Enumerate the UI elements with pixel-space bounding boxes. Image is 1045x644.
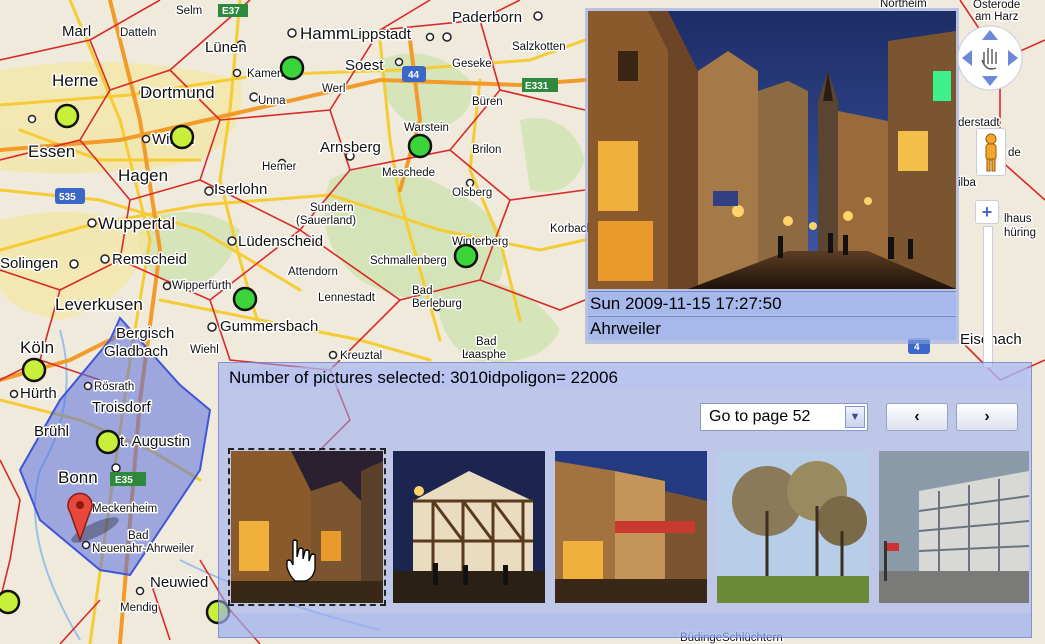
svg-text:Marl: Marl: [62, 23, 91, 40]
svg-text:Gladbach: Gladbach: [104, 343, 168, 360]
svg-text:Sundern: Sundern: [310, 202, 353, 214]
svg-text:Bad: Bad: [476, 336, 496, 348]
photo-viewer: Sun 2009-11-15 17:27:50 Ahrweiler: [585, 8, 959, 344]
svg-text:Bad: Bad: [412, 285, 432, 297]
svg-text:Werl: Werl: [322, 83, 345, 95]
thumbnail-5[interactable]: [879, 451, 1029, 603]
svg-text:Hamm: Hamm: [300, 24, 350, 43]
panel-title-bar: Number of pictures selected: 3010idpolig…: [227, 367, 1027, 389]
svg-text:Leverkusen: Leverkusen: [55, 295, 143, 314]
svg-text:Neuenahr-Ahrweiler: Neuenahr-Ahrweiler: [92, 543, 194, 555]
thumbnail-2[interactable]: [393, 451, 545, 603]
selection-panel: Number of pictures selected: 3010idpolig…: [218, 362, 1032, 638]
svg-text:Brühl: Brühl: [34, 423, 69, 440]
svg-text:Attendorn: Attendorn: [288, 266, 338, 278]
thumbnail-4[interactable]: [717, 451, 869, 603]
page-select[interactable]: Go to page 52 ▼: [700, 403, 868, 431]
svg-text:Schmallenberg: Schmallenberg: [370, 255, 447, 267]
map-label: Selm: [176, 5, 202, 17]
svg-text:Hemer: Hemer: [262, 161, 297, 173]
svg-text:Lünen: Lünen: [205, 39, 247, 56]
pegman-icon[interactable]: [976, 128, 1006, 176]
svg-text:Büren: Büren: [472, 96, 503, 108]
svg-text:Köln: Köln: [20, 338, 54, 357]
svg-text:Laasphe: Laasphe: [462, 349, 506, 361]
svg-text:Lüdenscheid: Lüdenscheid: [238, 233, 323, 250]
svg-text:(Sauerland): (Sauerland): [296, 215, 356, 227]
svg-text:Dortmund: Dortmund: [140, 83, 215, 102]
svg-text:Bergisch: Bergisch: [116, 325, 174, 342]
svg-text:Wipperfürth: Wipperfürth: [172, 280, 231, 292]
chevron-down-icon[interactable]: ▼: [845, 406, 865, 428]
svg-text:Kreuztal: Kreuztal: [340, 350, 382, 362]
photo-preview[interactable]: [588, 11, 956, 289]
next-page-button[interactable]: ›: [956, 403, 1018, 431]
svg-text:44: 44: [408, 70, 420, 81]
svg-text:Bad: Bad: [128, 530, 148, 542]
svg-text:Gummersbach: Gummersbach: [220, 318, 318, 335]
pan-control[interactable]: [957, 20, 1026, 100]
page-select-value: Go to page 52: [709, 408, 811, 425]
panel-footer: [219, 613, 1031, 637]
svg-text:Essen: Essen: [28, 142, 75, 161]
svg-text:Warstein: Warstein: [404, 122, 449, 134]
svg-text:535: 535: [59, 192, 76, 203]
svg-text:Unna: Unna: [258, 95, 286, 107]
svg-text:Herne: Herne: [52, 71, 98, 90]
svg-text:Hagen: Hagen: [118, 166, 168, 185]
svg-text:E331: E331: [525, 81, 549, 92]
svg-text:Neuwied: Neuwied: [150, 574, 208, 591]
svg-text:Meckenheim: Meckenheim: [92, 503, 157, 515]
svg-text:Geseke: Geseke: [452, 58, 492, 70]
prev-page-button[interactable]: ‹: [886, 403, 948, 431]
svg-text:Paderborn: Paderborn: [452, 9, 522, 26]
svg-text:Mendig: Mendig: [120, 602, 158, 614]
svg-text:Datteln: Datteln: [120, 27, 156, 39]
svg-text:E37: E37: [222, 6, 240, 17]
svg-text:Meschede: Meschede: [382, 167, 435, 179]
svg-text:Berleburg: Berleburg: [412, 298, 462, 310]
svg-text:de: de: [1008, 147, 1021, 159]
svg-text:Rösrath: Rösrath: [94, 381, 134, 393]
svg-text:ilba: ilba: [958, 177, 977, 189]
svg-text:Lippstadt: Lippstadt: [350, 26, 412, 43]
svg-text:Wiehl: Wiehl: [190, 344, 219, 356]
zoom-slider[interactable]: +: [975, 200, 1001, 368]
thumbnail-1[interactable]: [228, 448, 386, 606]
thumbnail-3[interactable]: [555, 451, 707, 603]
photo-timestamp: Sun 2009-11-15 17:27:50: [588, 291, 956, 315]
svg-text:Hürth: Hürth: [20, 385, 57, 402]
svg-text:St. Augustin: St. Augustin: [110, 433, 190, 450]
svg-text:Bonn: Bonn: [58, 468, 98, 487]
svg-text:Olsberg: Olsberg: [452, 187, 492, 199]
svg-text:Troisdorf: Troisdorf: [92, 399, 151, 416]
svg-text:lhaus: lhaus: [1004, 213, 1032, 225]
svg-text:Kamen: Kamen: [247, 68, 283, 80]
svg-text:Arnsberg: Arnsberg: [320, 139, 381, 156]
svg-text:E35: E35: [115, 475, 133, 486]
svg-text:Salzkotten: Salzkotten: [512, 41, 566, 53]
svg-text:Lennestadt: Lennestadt: [318, 292, 376, 304]
svg-text:hüring: hüring: [1004, 227, 1036, 239]
zoom-in-button[interactable]: +: [975, 200, 999, 224]
svg-text:Wuppertal: Wuppertal: [98, 214, 175, 233]
photo-location: Ahrweiler: [588, 316, 956, 340]
svg-text:Iserlohn: Iserlohn: [214, 181, 267, 198]
svg-text:Osterode: Osterode: [973, 0, 1020, 11]
zoom-track[interactable]: [983, 226, 993, 368]
svg-text:Soest: Soest: [345, 57, 384, 74]
svg-text:Brilon: Brilon: [472, 144, 501, 156]
svg-text:Remscheid: Remscheid: [112, 251, 187, 268]
svg-text:Solingen: Solingen: [0, 255, 58, 272]
selected-count-text: Number of pictures selected: 3010idpolig…: [229, 368, 618, 387]
